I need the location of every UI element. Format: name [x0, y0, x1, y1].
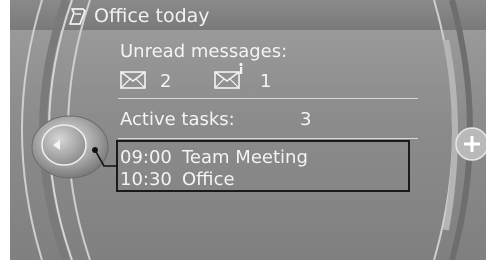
plus-icon[interactable]: [454, 126, 486, 162]
envelope-info-icon: [214, 62, 243, 89]
appointments-highlight-box: [116, 140, 410, 192]
divider: [118, 98, 418, 99]
envelope-icon: [120, 71, 146, 89]
display-screen: Office today Unread messages: 2 1 Active…: [10, 0, 486, 260]
divider: [118, 138, 418, 139]
active-tasks-label: Active tasks:: [120, 109, 235, 130]
email-count: 2: [160, 71, 172, 92]
sms-count: 1: [260, 71, 272, 92]
page-title: Office today: [94, 5, 210, 27]
page-title-area: Office today: [68, 4, 210, 28]
active-tasks-count: 3: [300, 109, 312, 130]
unread-messages-label: Unread messages:: [120, 41, 288, 62]
callout-leader-line: [92, 147, 118, 167]
notebook-icon: [69, 8, 86, 25]
